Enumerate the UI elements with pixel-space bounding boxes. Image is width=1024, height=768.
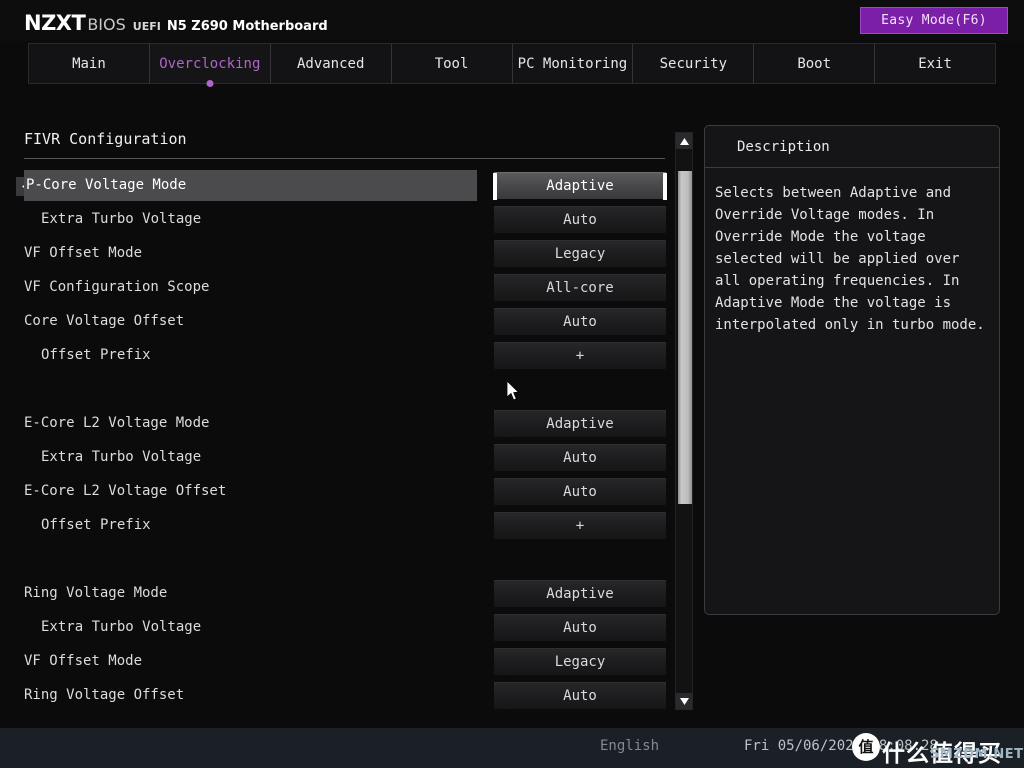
setting-label: Ring Voltage Mode xyxy=(24,585,168,601)
settings-row[interactable]: Ring Voltage Mode Adaptive xyxy=(0,578,676,609)
settings-row[interactable]: Extra Turbo Voltage Auto xyxy=(0,612,676,643)
setting-value-dropdown[interactable]: Auto xyxy=(494,614,666,641)
system-datetime: Fri 05/06/2022 18:08:28 xyxy=(744,738,938,754)
tab-exit[interactable]: Exit xyxy=(875,43,996,84)
settings-row[interactable]: Core Voltage Offset Auto xyxy=(0,306,676,337)
settings-row-spacer xyxy=(0,544,676,575)
tab-boot[interactable]: Boot xyxy=(754,43,876,84)
setting-label: Core Voltage Offset xyxy=(24,313,185,329)
setting-label: VF Offset Mode xyxy=(24,245,143,261)
triangle-up-icon xyxy=(679,137,689,145)
description-panel: Description Selects between Adaptive and… xyxy=(704,125,1000,615)
settings-row[interactable]: VF Offset Mode Legacy xyxy=(0,238,676,269)
setting-value-dropdown[interactable]: Auto xyxy=(494,206,666,233)
tab-overclocking[interactable]: Overclocking xyxy=(149,43,271,87)
tab-advanced[interactable]: Advanced xyxy=(270,43,392,84)
tab-label: Main xyxy=(72,56,106,72)
page-title: FIVR Configuration xyxy=(24,130,187,148)
settings-row[interactable]: Ring Voltage Offset Auto xyxy=(0,680,676,710)
setting-label: Offset Prefix xyxy=(41,517,151,533)
scroll-down-button[interactable] xyxy=(676,693,692,709)
brand-name: NZXT xyxy=(24,11,86,35)
settings-row[interactable]: E-Core L2 Voltage Mode Adaptive xyxy=(0,408,676,439)
breadcrumb-bar: Overclocking\FIVR Configuration xyxy=(0,86,1024,196)
motherboard-model: N5 Z690 Motherboard xyxy=(166,19,328,34)
settings-row[interactable]: VF Configuration Scope All-core xyxy=(0,272,676,303)
setting-label: Ring Voltage Offset xyxy=(24,687,185,703)
content-area: FIVR Configuration P-Core Voltage Mode Ad… xyxy=(0,120,1024,728)
tab-label: Tool xyxy=(434,56,469,72)
settings-list: P-Core Voltage Mode Adaptive Extra Turbo V… xyxy=(0,170,676,710)
tab-label: Security xyxy=(659,56,728,72)
setting-value-dropdown[interactable]: Adaptive xyxy=(494,580,666,607)
setting-value-dropdown[interactable]: Auto xyxy=(494,682,666,709)
brand-uefi-label: UEFI xyxy=(132,20,161,33)
tab-pc-monitoring[interactable]: PC Monitoring xyxy=(512,43,634,84)
setting-label: Extra Turbo Voltage xyxy=(41,449,202,465)
language-selector[interactable]: English xyxy=(600,738,659,754)
setting-value-dropdown[interactable]: Legacy xyxy=(494,240,666,267)
tab-main[interactable]: Main xyxy=(28,43,150,84)
description-text: Selects between Adaptive and Override Vo… xyxy=(715,185,985,333)
setting-label: VF Configuration Scope xyxy=(24,279,210,295)
setting-label: P-Core Voltage Mode xyxy=(24,170,477,201)
tab-label: Advanced xyxy=(296,56,365,72)
setting-label: Offset Prefix xyxy=(41,347,151,363)
settings-row[interactable]: Offset Prefix + xyxy=(0,340,676,371)
brand-logo: NZXT BIOS UEFI N5 Z690 Motherboard xyxy=(24,11,328,35)
setting-value-dropdown[interactable]: All-core xyxy=(494,274,666,301)
setting-value-dropdown[interactable]: Auto xyxy=(494,478,666,505)
tab-label: Exit xyxy=(918,56,952,72)
tab-tool[interactable]: Tool xyxy=(391,43,513,84)
tab-security[interactable]: Security xyxy=(633,43,755,84)
setting-value-dropdown[interactable]: Adaptive xyxy=(493,172,667,200)
settings-scrollbar[interactable] xyxy=(675,132,693,710)
setting-value-dropdown[interactable]: + xyxy=(494,512,666,539)
setting-value-dropdown[interactable]: Auto xyxy=(494,308,666,335)
setting-label: Extra Turbo Voltage xyxy=(41,211,202,227)
setting-label: VF Offset Mode xyxy=(24,653,143,669)
triangle-down-icon xyxy=(679,697,689,705)
footer-bar: English Fri 05/06/2022 18:08:28 xyxy=(0,728,1024,768)
setting-value-dropdown[interactable]: Legacy xyxy=(494,648,666,675)
settings-row[interactable]: P-Core Voltage Mode Adaptive xyxy=(0,170,676,201)
settings-row[interactable]: Extra Turbo Voltage Auto xyxy=(0,204,676,235)
setting-label: Extra Turbo Voltage xyxy=(41,619,202,635)
settings-row[interactable]: VF Offset Mode Legacy xyxy=(0,646,676,677)
title-divider xyxy=(24,158,665,159)
setting-value-dropdown[interactable]: Auto xyxy=(494,444,666,471)
brand-bios-label: BIOS xyxy=(87,15,126,34)
header-bar: NZXT BIOS UEFI N5 Z690 Motherboard Easy … xyxy=(0,0,1024,42)
main-tab-bar: Main Overclocking Advanced Tool PC Monitorin… xyxy=(28,43,996,87)
description-title: Description xyxy=(705,126,999,168)
tab-label: Overclocking xyxy=(159,56,261,72)
settings-row-spacer xyxy=(0,374,676,405)
tab-label: PC Monitoring xyxy=(517,56,628,72)
bios-screen: NZXT BIOS UEFI N5 Z690 Motherboard Easy … xyxy=(0,0,1024,768)
scrollbar-track[interactable] xyxy=(677,149,692,693)
settings-row[interactable]: Extra Turbo Voltage Auto xyxy=(0,442,676,473)
settings-row[interactable]: Offset Prefix + xyxy=(0,510,676,541)
setting-value-dropdown[interactable]: Adaptive xyxy=(494,410,666,437)
scrollbar-thumb[interactable] xyxy=(678,171,692,504)
setting-label: E-Core L2 Voltage Offset xyxy=(24,483,227,499)
easy-mode-button[interactable]: Easy Mode(F6) xyxy=(860,7,1008,34)
settings-row[interactable]: E-Core L2 Voltage Offset Auto xyxy=(0,476,676,507)
setting-label: E-Core L2 Voltage Mode xyxy=(24,415,210,431)
setting-value-dropdown[interactable]: + xyxy=(494,342,666,369)
scroll-up-button[interactable] xyxy=(676,133,692,149)
tab-label: Boot xyxy=(797,56,832,72)
